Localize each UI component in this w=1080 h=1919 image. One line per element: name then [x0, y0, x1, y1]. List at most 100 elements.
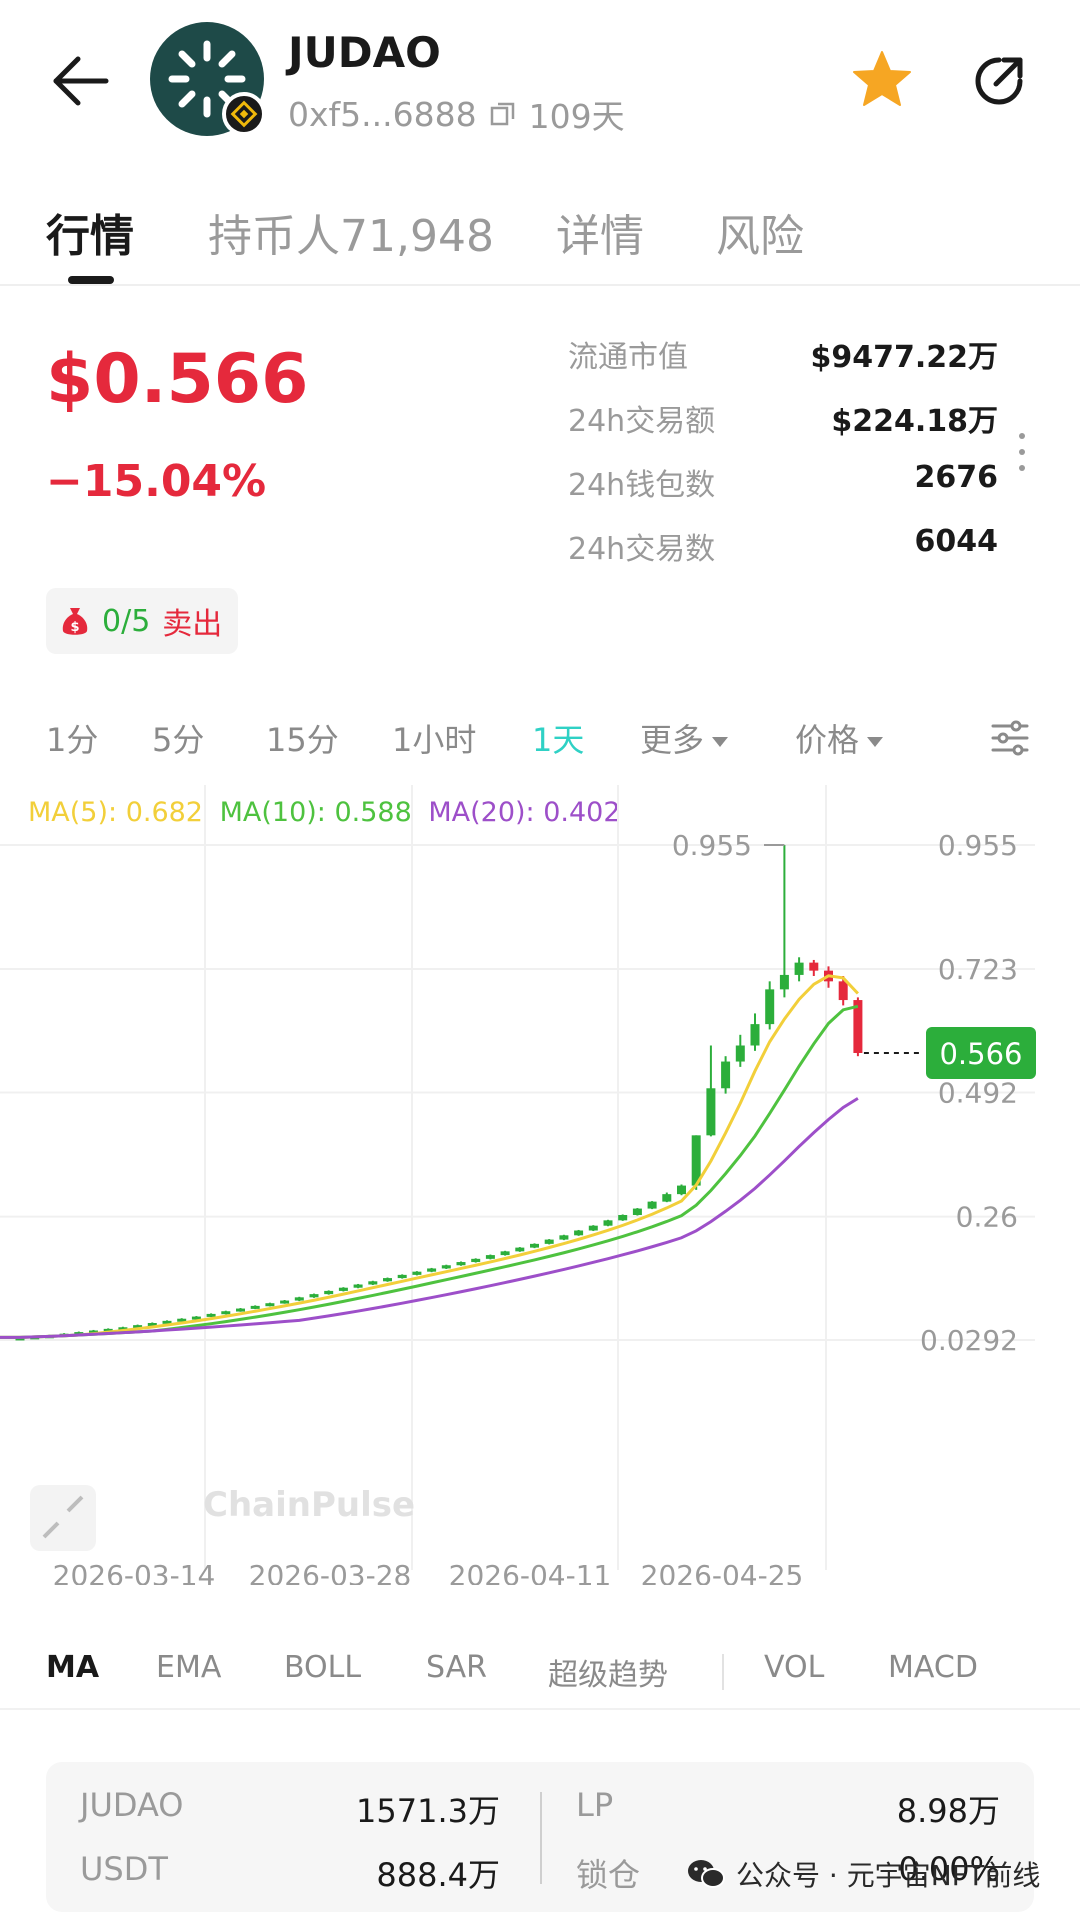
candle-body: [456, 1262, 466, 1266]
stat-value: 6044: [914, 524, 999, 559]
price-chart[interactable]: 0.955 0.723 0.492 0.26 0.0292 ChainPulse 0.955…: [0, 785, 1040, 1592]
stat-row: 24h交易额 $224.18万: [568, 396, 998, 460]
x-tick-label: 2026-03-28: [249, 1559, 412, 1585]
liquidity-value: 1571.3万: [356, 1792, 500, 1830]
price-type-dropdown[interactable]: 价格: [795, 715, 884, 761]
candle-body: [515, 1247, 525, 1252]
ma20-line: [0, 1097, 859, 1339]
timeframe-5m[interactable]: 5分: [152, 715, 204, 761]
candle-body: [412, 1271, 422, 1275]
candle-body: [677, 1185, 686, 1195]
candle-body: [779, 974, 789, 990]
tab-details[interactable]: 详情: [556, 200, 644, 264]
timeframe-1d[interactable]: 1天: [532, 715, 584, 761]
candle-body: [706, 1088, 716, 1136]
footer-watermark: 公众号 · 元宇宙NFT前线: [686, 1854, 1040, 1894]
indicator-bar: MA EMA BOLL SAR 超级趋势 VOL MACD: [0, 1640, 1080, 1710]
candle-body: [427, 1268, 437, 1272]
indicator-supertrend[interactable]: 超级趋势: [548, 1650, 668, 1694]
liquidity-row: JUDAO 1571.3万: [80, 1786, 500, 1830]
sell-count: 0/5: [102, 603, 151, 639]
candle-body: [809, 962, 819, 971]
candle-body: [838, 981, 848, 1001]
copy-icon[interactable]: [489, 100, 517, 128]
candle-body: [735, 1045, 745, 1062]
liquidity-label: 锁仓: [576, 1856, 641, 1894]
stats-panel: 流通市值 $9477.22万 24h交易额 $224.18万 24h钱包数 26…: [568, 332, 998, 588]
indicator-divider: [722, 1654, 724, 1690]
tab-bar: 行情 持币人71,948 详情 风险: [0, 190, 1080, 286]
candle-body: [765, 989, 775, 1025]
candle-body: [662, 1194, 672, 1202]
candle-body: [397, 1274, 407, 1279]
favorite-star-icon[interactable]: [850, 48, 914, 112]
stat-row: 流通市值 $9477.22万: [568, 332, 998, 396]
candle-body: [265, 1303, 275, 1307]
candle-body: [206, 1313, 216, 1317]
chart-settings-icon[interactable]: [990, 718, 1030, 758]
share-icon[interactable]: [970, 52, 1028, 110]
candle-body: [441, 1265, 451, 1269]
indicator-macd[interactable]: MACD: [888, 1650, 978, 1685]
candle-body: [647, 1201, 657, 1209]
stat-value: 2676: [914, 460, 999, 495]
ma10-line: [0, 1004, 859, 1339]
candle-body: [794, 962, 804, 975]
tab-risk[interactable]: 风险: [716, 200, 804, 264]
candle-body: [544, 1239, 554, 1244]
sell-badge[interactable]: $ 0/5 卖出: [46, 588, 239, 654]
expand-chart-icon: [30, 1485, 96, 1551]
candle-body: [338, 1287, 348, 1291]
timeframe-15m[interactable]: 15分: [266, 715, 339, 761]
candle-body: [721, 1061, 731, 1089]
tab-holders[interactable]: 持币人71,948: [208, 200, 494, 264]
stat-row: 24h交易数 6044: [568, 524, 998, 588]
current-price: $0.566: [46, 340, 309, 419]
price-change: −15.04%: [46, 456, 267, 507]
timeframe-more-dropdown[interactable]: 更多: [640, 715, 729, 761]
y-tick-label: 0.955: [938, 829, 1018, 862]
x-tick-label: 2026-03-14: [53, 1559, 216, 1585]
candle-body: [500, 1251, 510, 1256]
liquidity-row: LP 8.98万: [576, 1786, 1000, 1830]
timeframe-1m[interactable]: 1分: [46, 715, 98, 761]
token-name: JUDAO: [288, 28, 441, 77]
liquidity-row: USDT 888.4万: [80, 1850, 500, 1894]
y-tick-label: 0.723: [938, 953, 1018, 986]
candle-body: [618, 1214, 628, 1221]
candle-body: [471, 1258, 481, 1263]
liquidity-divider: [540, 1792, 542, 1884]
contract-address: 0xf5...6888: [288, 94, 477, 134]
candle-body: [750, 1024, 760, 1046]
indicator-boll[interactable]: BOLL: [284, 1650, 361, 1685]
liquidity-label: LP: [576, 1786, 614, 1824]
chain-badge-icon: [222, 92, 266, 136]
caret-down-icon: [867, 737, 884, 747]
timeframe-1h[interactable]: 1小时: [392, 715, 476, 761]
max-price-label: 0.955: [672, 829, 752, 862]
x-tick-label: 2026-04-11: [449, 1559, 612, 1585]
candle-body: [485, 1255, 495, 1259]
candlestick-chart[interactable]: 0.955 0.723 0.492 0.26 0.0292 ChainPulse 0.955…: [0, 785, 1040, 1592]
back-arrow-icon[interactable]: [50, 50, 112, 112]
stat-row: 24h钱包数 2676: [568, 460, 998, 524]
indicator-ema[interactable]: EMA: [156, 1650, 221, 1685]
y-tick-label: 0.26: [956, 1201, 1018, 1234]
candle-body: [632, 1208, 642, 1215]
candle-body: [309, 1294, 319, 1298]
indicator-vol[interactable]: VOL: [764, 1650, 824, 1685]
svg-text:$: $: [70, 620, 79, 635]
price-type-label: 价格: [795, 721, 860, 759]
candle-body: [324, 1290, 334, 1295]
tab-market[interactable]: 行情: [46, 200, 134, 264]
indicator-sar[interactable]: SAR: [426, 1650, 487, 1685]
caret-down-icon: [712, 737, 729, 747]
more-vertical-icon[interactable]: [1012, 430, 1032, 474]
x-tick-label: 2026-04-25: [641, 1559, 804, 1585]
liquidity-value: 8.98万: [896, 1792, 1000, 1830]
candle-body: [368, 1281, 378, 1285]
indicator-ma[interactable]: MA: [46, 1650, 99, 1685]
liquidity-label: JUDAO: [80, 1786, 184, 1824]
timeframe-bar: 1分 5分 15分 1小时 1天 更多 价格: [0, 705, 1080, 775]
token-subtitle: 0xf5...6888 109天: [288, 90, 625, 138]
